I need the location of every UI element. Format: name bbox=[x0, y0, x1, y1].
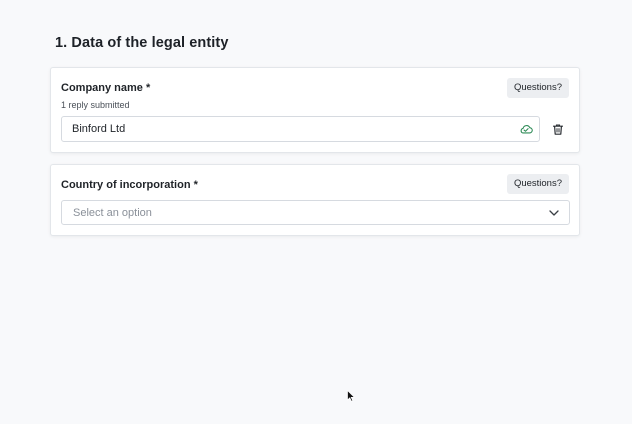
company-name-input[interactable]: Binford Ltd bbox=[61, 116, 540, 142]
country-select[interactable]: Select an option bbox=[61, 200, 570, 225]
mouse-cursor-icon bbox=[347, 390, 355, 402]
company-name-card: Company name * 1 reply submitted Questio… bbox=[50, 67, 580, 153]
trash-icon bbox=[553, 123, 563, 135]
company-name-value: Binford Ltd bbox=[72, 123, 126, 135]
reply-status: 1 reply submitted bbox=[61, 100, 130, 110]
questions-button[interactable]: Questions? bbox=[506, 78, 569, 98]
country-card: Country of incorporation * Questions? Se… bbox=[50, 164, 580, 236]
delete-button[interactable] bbox=[550, 121, 566, 137]
country-label: Country of incorporation * bbox=[61, 179, 198, 191]
questions-button[interactable]: Questions? bbox=[506, 174, 569, 194]
cloud-check-icon bbox=[520, 125, 533, 134]
chevron-down-icon bbox=[549, 210, 559, 216]
country-select-placeholder: Select an option bbox=[73, 207, 152, 219]
section-title: 1. Data of the legal entity bbox=[55, 35, 229, 51]
company-name-label: Company name * bbox=[61, 82, 151, 94]
